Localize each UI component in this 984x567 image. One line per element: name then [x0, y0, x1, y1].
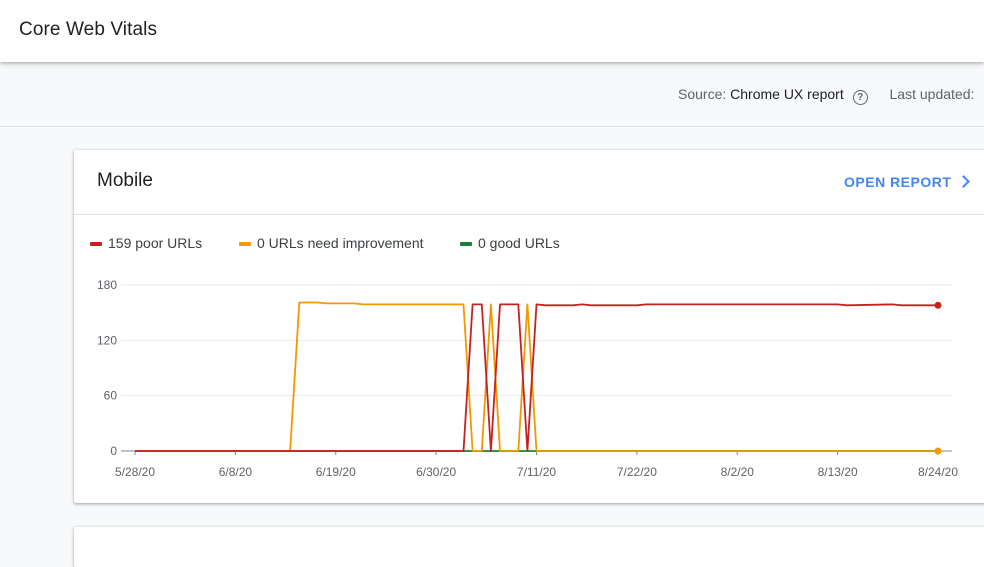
y-tick-label: 60: [104, 389, 118, 403]
help-circle-icon[interactable]: ?: [852, 90, 868, 105]
legend-label-good: 0 good URLs: [478, 235, 560, 251]
x-tick-label: 8/24/20: [918, 465, 958, 479]
legend-swatch-need-improvement: [239, 242, 251, 246]
x-tick-label: 6/19/20: [316, 465, 356, 479]
x-tick-label: 6/30/20: [416, 465, 456, 479]
top-app-bar: Core Web Vitals: [0, 0, 984, 62]
legend-swatch-poor: [90, 242, 102, 246]
open-report-button[interactable]: OPEN REPORT: [844, 174, 971, 190]
x-tick-label: 8/13/20: [818, 465, 858, 479]
last-updated-label: Last updated:: [889, 86, 975, 102]
mobile-card: Mobile OPEN REPORT 159 poor URLs 0 URLs …: [74, 150, 984, 503]
source-info: Source: Chrome UX report ? Last updated:: [678, 86, 974, 105]
desktop-card: [74, 527, 984, 567]
source-bar: Source: Chrome UX report ? Last updated:: [0, 62, 984, 127]
y-tick-label: 180: [97, 278, 117, 292]
legend-swatch-good: [460, 242, 472, 246]
legend-label-need-improvement: 0 URLs need improvement: [257, 235, 424, 251]
x-tick-label: 6/8/20: [219, 465, 253, 479]
x-tick-label: 7/11/20: [517, 465, 556, 479]
x-tick-label: 5/28/20: [115, 465, 155, 479]
poor-urls-series-line: [135, 303, 938, 452]
page-title: Core Web Vitals: [19, 19, 158, 40]
line-chart: 0 60 120 180 5/28/20 6/8/20 6/19/20 6/30/20 7/11…: [97, 278, 958, 479]
need-improvement-series-line: [135, 301, 938, 452]
card-title: Mobile: [97, 170, 153, 191]
source-label: Source:: [678, 86, 727, 102]
source-value: Chrome UX report: [730, 86, 844, 102]
y-tick-label: 120: [97, 333, 117, 347]
x-tick-label: 7/22/20: [617, 465, 657, 479]
y-tick-label: 0: [110, 444, 117, 458]
chevron-right-icon: [957, 175, 971, 188]
poor-urls-end-point: [934, 301, 942, 309]
card-header: Mobile OPEN REPORT: [74, 150, 984, 215]
need-improvement-end-point: [934, 447, 942, 455]
x-tick-label: 8/2/20: [721, 465, 755, 479]
open-report-label: OPEN REPORT: [844, 174, 952, 190]
legend-label-poor: 159 poor URLs: [108, 235, 203, 251]
